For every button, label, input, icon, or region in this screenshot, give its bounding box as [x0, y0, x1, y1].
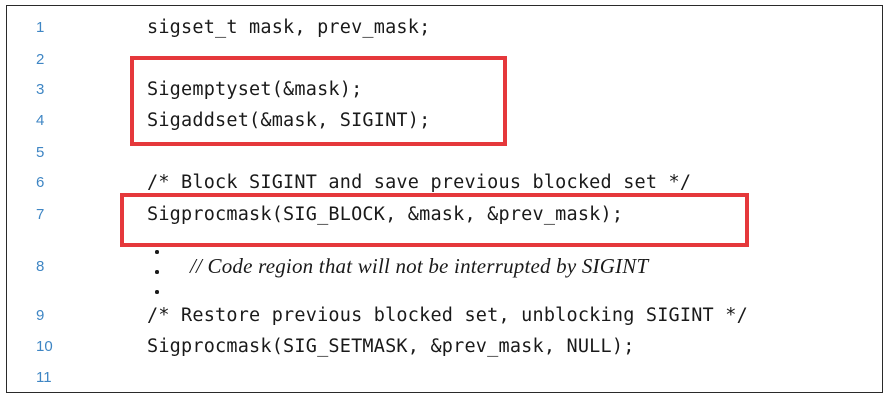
code-text: Sigprocmask(SIG_SETMASK, &prev_mask, NUL…: [147, 336, 635, 357]
code-listing-frame: 1 sigset_t mask, prev_mask; 2 3 Sigempty…: [6, 5, 883, 393]
line-number: 4: [36, 112, 45, 129]
highlight-box-sigset: [130, 56, 507, 146]
code-line-1: 1 sigset_t mask, prev_mask;: [7, 12, 882, 43]
line-number: 10: [36, 338, 53, 355]
line-number: 11: [36, 369, 52, 386]
line-number: 6: [36, 174, 45, 191]
line-number: 5: [36, 144, 45, 161]
code-comment-text: // Code region that will not be interrup…: [190, 254, 649, 278]
highlight-box-sigprocmask: [120, 193, 749, 247]
line-number: 3: [36, 81, 45, 98]
code-line-11: 11: [7, 362, 882, 393]
code-text: /* Restore previous blocked set, unblock…: [147, 305, 748, 326]
line-number: 7: [36, 206, 45, 223]
line-number: 9: [36, 307, 45, 324]
code-text: sigset_t mask, prev_mask;: [147, 17, 431, 38]
line-number: 2: [36, 51, 45, 68]
code-line-8: 8 // Code region that will not be interr…: [7, 251, 882, 282]
code-line-10: 10 Sigprocmask(SIG_SETMASK, &prev_mask, …: [7, 331, 882, 362]
code-line-9: 9 /* Restore previous blocked set, unblo…: [7, 300, 882, 331]
line-number: 1: [36, 19, 45, 36]
line-number: 8: [36, 258, 45, 275]
